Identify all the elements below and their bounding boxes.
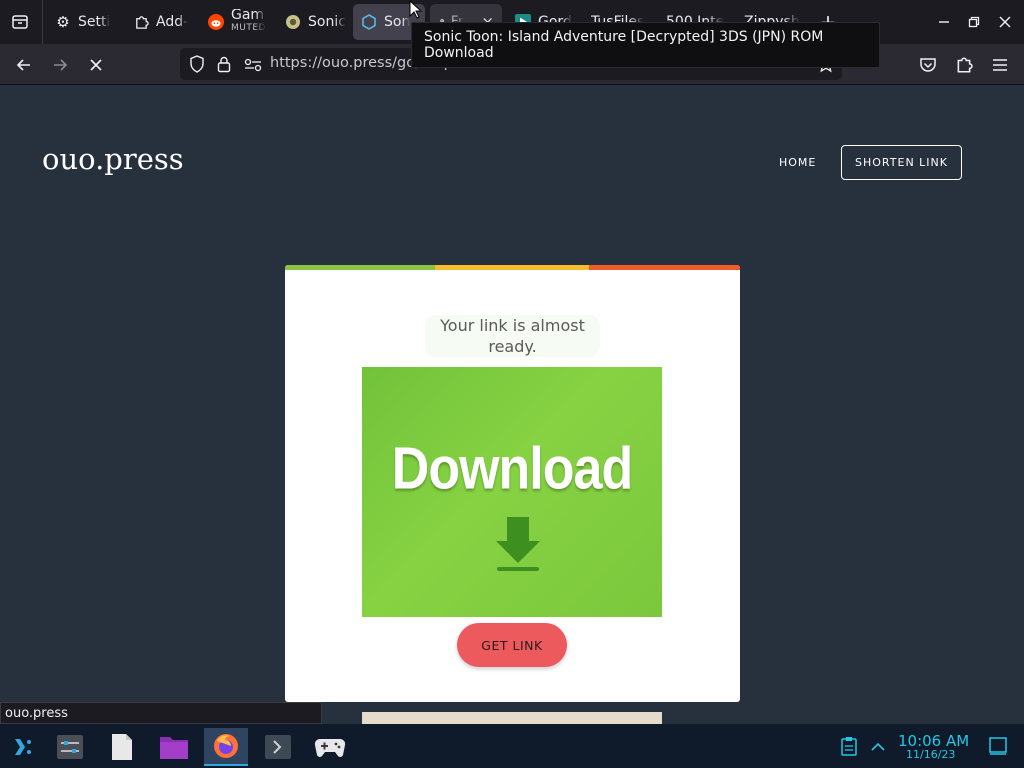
minimize-button[interactable] xyxy=(932,10,956,34)
site-logo[interactable]: ouo.press xyxy=(42,142,184,176)
tab-overview-icon xyxy=(12,15,28,29)
restore-icon xyxy=(968,16,980,28)
chevron-up-icon xyxy=(871,742,885,751)
pocket-icon xyxy=(920,58,936,72)
tab-sonic[interactable]: Sonic xyxy=(277,4,347,40)
stripe-segment-yellow xyxy=(435,265,589,270)
desktop-icon xyxy=(989,737,1007,755)
stripe-segment-orange xyxy=(589,265,740,270)
tab-divider xyxy=(42,0,43,44)
back-arrow-icon xyxy=(16,59,30,71)
tab-settings[interactable]: ⚙ Setti xyxy=(47,4,117,40)
gamepad-icon xyxy=(314,738,346,757)
gear-icon: ⚙ xyxy=(56,13,70,31)
shorten-link-button[interactable]: SHORTEN LINK xyxy=(841,145,962,180)
download-banner-text: Download xyxy=(391,435,633,503)
settings-sliders-icon xyxy=(57,735,83,759)
sonic-icon xyxy=(285,14,301,30)
clipboard-tray-button[interactable] xyxy=(840,736,858,760)
tab-tooltip: Sonic Toon: Island Adventure [Decrypted]… xyxy=(411,22,880,68)
puzzle-icon xyxy=(133,14,149,30)
stop-icon xyxy=(90,59,102,71)
status-bar-url: ouo.press xyxy=(0,702,322,724)
clipboard-icon xyxy=(841,737,857,756)
pocket-button[interactable] xyxy=(915,52,941,78)
tab-overview-button[interactable] xyxy=(8,10,32,34)
tracking-protection-icon[interactable] xyxy=(189,55,205,77)
show-desktop-button[interactable] xyxy=(988,736,1008,760)
app-menu-button[interactable] xyxy=(987,52,1013,78)
taskbar-file-manager[interactable] xyxy=(152,728,196,766)
firefox-icon xyxy=(214,734,238,758)
nav-home-link[interactable]: HOME xyxy=(779,156,816,169)
system-taskbar xyxy=(0,724,1024,768)
download-arrow-icon xyxy=(496,517,540,571)
mouse-cursor-icon xyxy=(409,0,423,19)
clock-date[interactable]: 11/16/23 xyxy=(906,748,955,761)
taskbar-terminal[interactable] xyxy=(256,728,300,766)
close-icon xyxy=(999,16,1011,28)
tab-reddit-muted[interactable]: Gam MUTED xyxy=(200,4,272,40)
system-tray-expand-button[interactable] xyxy=(870,738,886,757)
terminal-icon xyxy=(265,735,291,759)
link-card: Your link is almost ready. Download GET … xyxy=(285,265,740,702)
taskbar-text-editor[interactable] xyxy=(100,728,144,766)
taskbar-game-controller[interactable] xyxy=(308,728,352,766)
forward-button[interactable] xyxy=(47,52,73,78)
steamdeck-launcher-icon xyxy=(15,739,31,755)
folder-icon xyxy=(160,737,188,759)
reddit-icon xyxy=(208,14,224,30)
hamburger-menu-icon xyxy=(993,59,1007,71)
document-icon xyxy=(112,734,132,760)
back-button[interactable] xyxy=(11,52,37,78)
forward-arrow-icon xyxy=(54,59,68,71)
card-color-stripe xyxy=(285,265,740,270)
download-banner-image[interactable]: Download xyxy=(362,367,662,617)
restore-button[interactable] xyxy=(962,10,986,34)
site-permissions-icon[interactable] xyxy=(244,57,262,76)
stripe-segment-green xyxy=(285,265,435,270)
secondary-banner[interactable] xyxy=(362,712,662,724)
stop-loading-button[interactable] xyxy=(83,52,109,78)
extensions-icon xyxy=(957,57,973,73)
get-link-button[interactable]: GET LINK xyxy=(457,623,567,667)
web-page: ouo.press HOME SHORTEN LINK Your link is… xyxy=(0,86,1024,724)
extensions-button[interactable] xyxy=(951,52,977,78)
tab-addons[interactable]: Add- xyxy=(125,4,195,40)
lock-icon[interactable] xyxy=(217,55,231,77)
app-launcher-button[interactable] xyxy=(0,728,44,766)
link-ready-message: Your link is almost ready. xyxy=(425,315,600,357)
hexagon-icon xyxy=(361,14,377,30)
taskbar-system-settings[interactable] xyxy=(48,728,92,766)
taskbar-firefox[interactable] xyxy=(204,728,248,766)
minimize-icon xyxy=(939,21,949,23)
close-window-button[interactable] xyxy=(993,10,1017,34)
